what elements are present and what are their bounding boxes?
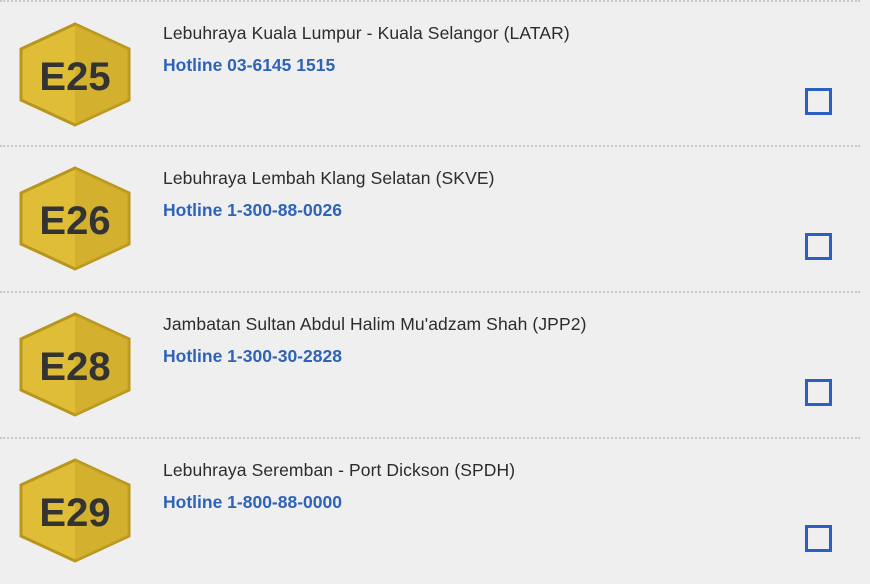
hotline-link[interactable]: Hotline 1-300-30-2828: [163, 346, 342, 367]
select-checkbox[interactable]: [805, 88, 832, 115]
highway-code: E28: [39, 345, 110, 389]
select-checkbox[interactable]: [805, 525, 832, 552]
select-checkbox[interactable]: [805, 233, 832, 260]
highway-name: Lebuhraya Seremban - Port Dickson (SPDH): [163, 460, 516, 480]
hotline-link[interactable]: Hotline 1-800-88-0000: [163, 492, 342, 513]
highway-row-e28[interactable]: E28 Jambatan Sultan Abdul Halim Mu'adzam…: [0, 293, 870, 438]
highway-name: Lebuhraya Kuala Lumpur - Kuala Selangor …: [163, 23, 570, 43]
highway-code: E29: [39, 491, 110, 535]
highway-row-e26[interactable]: E26 Lebuhraya Lembah Klang Selatan (SKVE…: [0, 147, 870, 292]
highway-code-badge: E29: [17, 458, 133, 563]
highway-code-badge: E28: [17, 312, 133, 417]
highway-name: Jambatan Sultan Abdul Halim Mu'adzam Sha…: [163, 314, 587, 334]
highway-name: Lebuhraya Lembah Klang Selatan (SKVE): [163, 168, 495, 188]
highway-row-e29[interactable]: E29 Lebuhraya Seremban - Port Dickson (S…: [0, 439, 870, 584]
select-checkbox[interactable]: [805, 379, 832, 406]
highway-row-e25[interactable]: E25 Lebuhraya Kuala Lumpur - Kuala Selan…: [0, 2, 870, 147]
hotline-link[interactable]: Hotline 03-6145 1515: [163, 55, 335, 76]
highway-code: E26: [39, 199, 110, 243]
highway-code-badge: E25: [17, 22, 133, 127]
hotline-link[interactable]: Hotline 1-300-88-0026: [163, 200, 342, 221]
highway-list: E25 Lebuhraya Kuala Lumpur - Kuala Selan…: [0, 0, 870, 580]
highway-code: E25: [39, 55, 110, 99]
highway-code-badge: E26: [17, 166, 133, 271]
